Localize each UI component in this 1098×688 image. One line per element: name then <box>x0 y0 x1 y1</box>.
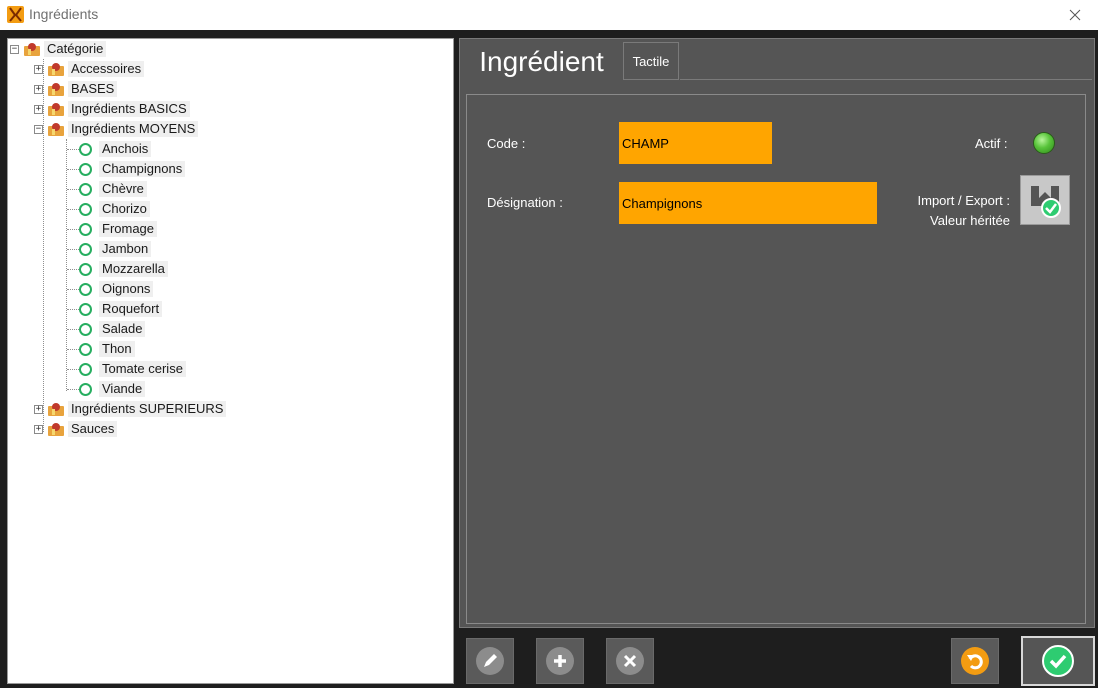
ingredient-circle-icon <box>79 142 92 156</box>
undo-button[interactable] <box>951 638 999 684</box>
tree-category-ingredients-basics[interactable]: + Ingrédients BASICS <box>34 99 190 119</box>
delete-button[interactable] <box>606 638 654 684</box>
tree-item[interactable]: Tomate cerise <box>79 359 186 379</box>
app-logo-icon <box>7 6 24 23</box>
tree-item-label: Chorizo <box>99 201 150 217</box>
pencil-icon <box>484 654 497 667</box>
ingredient-circle-icon <box>79 202 92 216</box>
add-button[interactable] <box>536 638 584 684</box>
form-content: Code : CHAMP Désignation : Champignons A… <box>466 94 1086 624</box>
tree-category-accessoires[interactable]: + Accessoires <box>34 59 145 79</box>
tree-root-label: Catégorie <box>44 41 107 57</box>
tree-item[interactable]: Chèvre <box>79 179 147 199</box>
code-label: Code : <box>487 136 526 151</box>
collapse-toggle-icon[interactable]: − <box>10 44 19 54</box>
tree-item[interactable]: Viande <box>79 379 146 399</box>
tree-item[interactable]: Chorizo <box>79 199 150 219</box>
expand-toggle-icon[interactable]: + <box>34 104 43 114</box>
undo-icon <box>967 654 983 670</box>
ingredient-circle-icon <box>79 262 92 276</box>
tree-item[interactable]: Anchois <box>79 139 152 159</box>
edit-button[interactable] <box>466 638 514 684</box>
active-label: Actif : <box>975 136 1008 151</box>
category-folder-icon <box>48 103 64 116</box>
confirm-button[interactable] <box>1021 636 1095 686</box>
collapse-toggle-icon[interactable]: − <box>34 124 43 134</box>
tree-item-label: Champignons <box>99 161 186 177</box>
tree-category-sauces[interactable]: + Sauces <box>34 419 118 439</box>
import-export-icon <box>1031 186 1061 218</box>
ingredient-circle-icon <box>79 282 92 296</box>
tree-item[interactable]: Salade <box>79 319 146 339</box>
tree-category-label: Accessoires <box>68 61 145 77</box>
category-folder-icon <box>24 43 40 56</box>
checkmark-icon <box>1049 654 1067 669</box>
tab-tactile[interactable]: Tactile <box>623 42 679 80</box>
tree-item-label: Anchois <box>99 141 152 157</box>
tree-item[interactable]: Thon <box>79 339 135 359</box>
tree-item-label: Oignons <box>99 281 154 297</box>
tree-item-label: Viande <box>99 381 146 397</box>
category-folder-icon <box>48 423 64 436</box>
designation-field[interactable]: Champignons <box>619 182 877 224</box>
tree-item-label: Fromage <box>99 221 158 237</box>
ingredient-circle-icon <box>79 302 92 316</box>
category-folder-icon <box>48 63 64 76</box>
tree-category-bases[interactable]: + BASES <box>34 79 118 99</box>
category-tree[interactable]: − Catégorie + Accessoires + BASES + Ingr… <box>7 38 454 684</box>
category-folder-icon <box>48 403 64 416</box>
tree-category-label: Sauces <box>68 421 118 437</box>
expand-toggle-icon[interactable]: + <box>34 424 43 434</box>
tree-category-ingredients-superieurs[interactable]: + Ingrédients SUPERIEURS <box>34 399 227 419</box>
ingredient-circle-icon <box>79 342 92 356</box>
code-field[interactable]: CHAMP <box>619 122 772 164</box>
ingredient-circle-icon <box>79 382 92 396</box>
ingredient-circle-icon <box>79 242 92 256</box>
tree-item-label: Thon <box>99 341 135 357</box>
tree-item-label: Jambon <box>99 241 152 257</box>
category-folder-icon <box>48 123 64 136</box>
tree-item[interactable]: Mozzarella <box>79 259 168 279</box>
ingredient-circle-icon <box>79 162 92 176</box>
ingredient-circle-icon <box>79 322 92 336</box>
title-bar: Ingrédients <box>0 0 1098 30</box>
tree-item-label: Salade <box>99 321 146 337</box>
import-export-toggle[interactable] <box>1020 175 1070 225</box>
tree-category-label: Ingrédients BASICS <box>68 101 190 117</box>
tree-item-label: Mozzarella <box>99 261 168 277</box>
inherited-value-label: Valeur héritée <box>930 213 1010 228</box>
tree-item[interactable]: Champignons <box>79 159 186 179</box>
ingredient-circle-icon <box>79 362 92 376</box>
expand-toggle-icon[interactable]: + <box>34 64 43 74</box>
tree-item[interactable]: Fromage <box>79 219 158 239</box>
import-export-label: Import / Export : <box>917 193 1010 208</box>
tree-category-label: Ingrédients MOYENS <box>68 121 199 137</box>
tree-item-label: Roquefort <box>99 301 163 317</box>
ingredient-circle-icon <box>79 222 92 236</box>
cross-icon <box>623 654 637 668</box>
tab-strip <box>680 42 1092 80</box>
tree-item[interactable]: Jambon <box>79 239 152 259</box>
tree-item-label: Tomate cerise <box>99 361 186 377</box>
tree-category-label: Ingrédients SUPERIEURS <box>68 401 227 417</box>
expand-toggle-icon[interactable]: + <box>34 84 43 94</box>
expand-toggle-icon[interactable]: + <box>34 404 43 414</box>
tree-category-label: BASES <box>68 81 118 97</box>
active-status-indicator[interactable] <box>1033 132 1055 154</box>
close-icon <box>1069 9 1081 21</box>
tree-category-ingredients-moyens[interactable]: − Ingrédients MOYENS <box>34 119 199 139</box>
category-folder-icon <box>48 83 64 96</box>
plus-icon <box>554 655 566 667</box>
tree-root[interactable]: − Catégorie <box>10 39 107 59</box>
close-button[interactable] <box>1052 0 1098 30</box>
designation-label: Désignation : <box>487 195 563 210</box>
tree-item-label: Chèvre <box>99 181 147 197</box>
tree-item[interactable]: Roquefort <box>79 299 163 319</box>
window-body: − Catégorie + Accessoires + BASES + Ingr… <box>0 30 1098 688</box>
tab-ingredient[interactable]: Ingrédient <box>463 41 620 83</box>
window-title: Ingrédients <box>29 6 99 22</box>
tree-item[interactable]: Oignons <box>79 279 154 299</box>
ingredient-circle-icon <box>79 182 92 196</box>
